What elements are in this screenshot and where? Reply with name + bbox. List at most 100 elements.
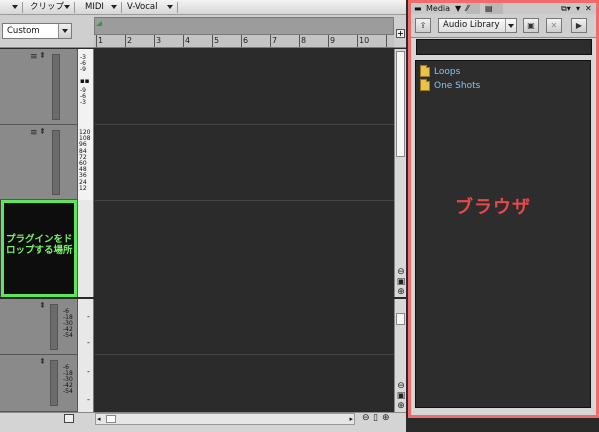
ruler-tick [154,35,155,47]
scroll-left-icon[interactable]: ◂ [97,414,101,424]
track-lane[interactable] [95,201,394,297]
plugin-drop-zone[interactable]: プラグインをドロップする場所 [1,200,77,297]
ruler-tick-label: 8 [301,36,307,45]
play-preview-icon[interactable]: ▶ [571,18,587,33]
track-level-meter [52,130,60,195]
meter-scale: - - [78,355,94,412]
window-layout-icon[interactable]: ⧉▾ [561,3,571,14]
track-lanes-lower[interactable] [95,299,394,412]
tab-synth-rack-icon[interactable]: ▤ [485,3,503,14]
tab-media[interactable]: Media [426,3,450,14]
ruler-tick [183,35,184,47]
scrollbar-thumb[interactable] [106,415,116,423]
track-level-meter [50,304,58,350]
track-header[interactable]: ≡ ⇞ [0,49,78,125]
folder-label: Loops [434,67,461,77]
ruler-tick-label: 6 [243,36,249,45]
track-lane[interactable] [95,125,394,201]
browser-tab-bar: ▬ Media ▼ ⁄⁄ ▤ ⧉▾ ▾ ✕ [411,3,596,14]
ruler-tick [299,35,300,47]
zoom-fit-icon[interactable]: ▣ [396,277,406,287]
track-level-meter [50,360,58,406]
zoom-in-icon[interactable]: ⊕ [396,401,406,411]
track-lane[interactable] [95,299,394,355]
preset-select-value: Custom [7,26,40,36]
menu-dropdown-icon[interactable] [64,5,70,9]
track-view-menu-icon[interactable] [64,414,74,423]
meter-scale-empty [78,200,94,297]
ruler-tick-label: 10 [359,36,370,45]
go-up-folder-icon[interactable]: ⇪ [415,18,431,33]
track-level-meter [52,54,60,120]
content-location-value: Audio Library [443,20,500,30]
ruler-tick [328,35,329,47]
ruler-tick-label: 1 [98,36,104,45]
save-icon[interactable]: ▣ [523,18,539,33]
menu-dropdown-icon[interactable] [111,5,117,9]
ruler-strip[interactable] [94,17,394,35]
ruler-ticks[interactable]: 1 2 3 4 5 6 7 8 9 10 [94,35,394,48]
menu-separator [74,2,75,13]
ruler-tick [212,35,213,47]
ruler-tick-label: 7 [272,36,278,45]
horizontal-scrollbar[interactable]: ◂ ▸ [95,413,355,425]
velocity-scale-labels: 120 108 96 84 72 60 48 36 24 12 [79,129,91,192]
track-header[interactable]: ⇞ -6 -18 -30 -42 -54 [0,299,78,355]
zoom-out-icon[interactable]: ⊖ [362,413,370,423]
pin-icon[interactable]: ▾ [576,3,580,14]
menu-dropdown-icon[interactable] [12,5,18,9]
menu-item-clip[interactable]: クリップ [30,1,64,14]
scroll-right-icon[interactable]: ▸ [349,414,353,424]
browser-file-list[interactable]: Loops One Shots [415,60,591,408]
track-menu-icon[interactable]: ≡ [30,128,38,138]
folder-icon: ▬ [414,4,422,13]
add-marker-icon[interactable]: + [396,29,405,38]
track-header[interactable]: ⇞ -6 -18 -30 -42 -54 [0,355,78,412]
track-menu-icon[interactable]: ≡ [30,52,38,62]
meter-scale: - - [78,299,94,355]
track-arrow-icon[interactable]: ⇞ [39,51,46,60]
meter-scale-labels: -6 -18 -30 -42 -54 [63,364,73,395]
scrollbar-thumb[interactable] [396,313,405,325]
track-lane[interactable] [95,49,394,125]
preset-select[interactable]: Custom [2,23,72,39]
menu-separator [22,2,23,13]
zoom-fit-icon[interactable]: ▣ [396,391,406,401]
ruler-tick-label: 5 [214,36,220,45]
ruler-tick-label: 9 [330,36,336,45]
zoom-in-icon[interactable]: ⊕ [382,413,390,423]
tab-plugins-icon[interactable]: ⁄⁄ [466,3,480,14]
menu-item-midi[interactable]: MIDI [85,1,104,14]
ruler-tick [125,35,126,47]
ruler-tick [357,35,358,47]
ruler-tick [386,35,387,47]
track-arrow-icon[interactable]: ⇞ [39,301,46,310]
track-header[interactable]: ≡ ⇞ [0,125,78,200]
zoom-in-icon[interactable]: ⊕ [396,287,406,297]
menu-separator [121,2,122,13]
close-icon[interactable]: ✕ [585,3,592,14]
chevron-down-icon[interactable]: ▼ [455,3,461,14]
upper-vertical-scrollbar[interactable]: ⊖ ▣ ⊕ [394,49,406,297]
meter-scale: -3 -6 -9 ▪▪ -9 -6 -3 [78,49,94,125]
zoom-fit-icon[interactable]: ▯ [373,413,378,423]
scrollbar-thumb[interactable] [396,51,405,157]
zoom-out-icon[interactable]: ⊖ [396,381,406,391]
meter-scale-labels: -6 -18 -30 -42 -54 [63,308,73,339]
content-location-select[interactable]: Audio Library [438,18,517,33]
menu-item-vvocal[interactable]: V-Vocal [127,1,158,14]
track-lane[interactable] [95,355,394,412]
track-arrow-icon[interactable]: ⇞ [39,357,46,366]
playhead-marker-icon[interactable] [96,21,102,26]
chevron-down-icon[interactable] [505,19,516,32]
menu-dropdown-icon[interactable] [167,5,173,9]
ruler-tick [241,35,242,47]
browser-path-bar[interactable] [416,39,592,55]
delete-icon[interactable]: ✕ [546,18,562,33]
track-arrow-icon[interactable]: ⇞ [39,127,46,136]
chevron-down-icon[interactable] [58,24,71,38]
lower-vertical-scrollbar[interactable]: ⊖ ▣ ⊕ [394,299,406,412]
ruler-tick-label: 3 [156,36,162,45]
zoom-out-icon[interactable]: ⊖ [396,267,406,277]
track-lanes-upper[interactable] [95,49,394,297]
